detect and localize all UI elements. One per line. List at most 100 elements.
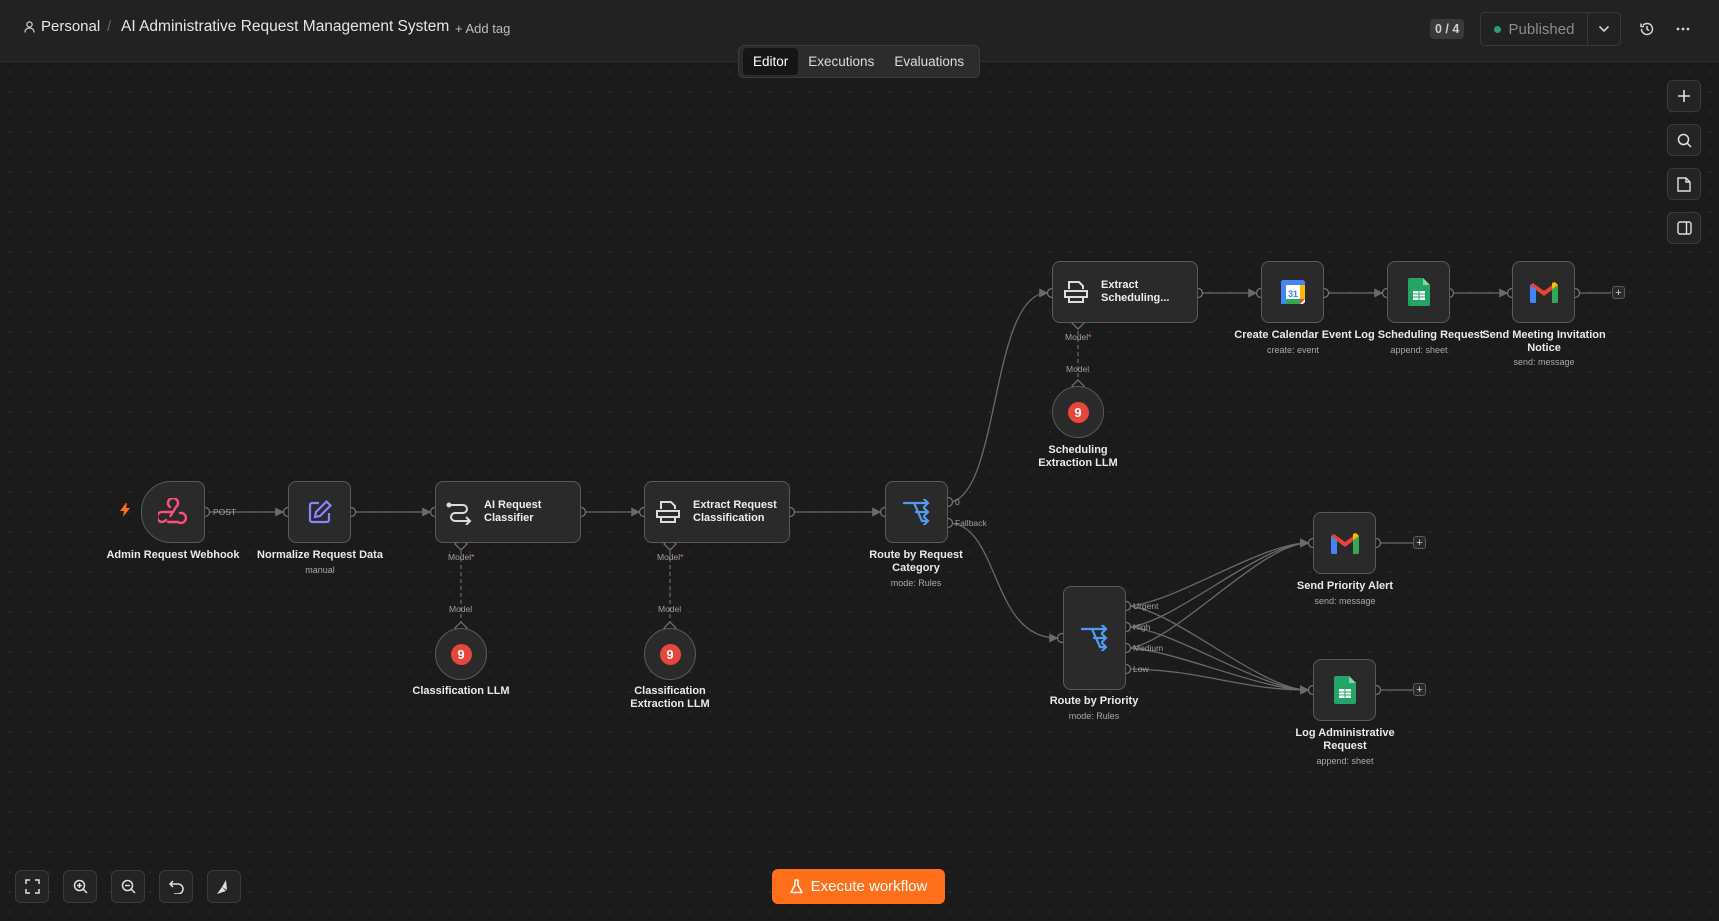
- node-label-priority-alert: Send Priority Alert: [1296, 580, 1394, 592]
- node-send-priority-alert[interactable]: [1313, 512, 1376, 574]
- add-node-after-log-button[interactable]: +: [1413, 683, 1426, 696]
- history-button[interactable]: [1636, 18, 1658, 40]
- output-medium-label: Medium: [1133, 643, 1164, 653]
- search-nodes-button[interactable]: [1667, 124, 1701, 156]
- node-label-log-admin: Log Administrative Request: [1295, 727, 1395, 752]
- node-classification-llm[interactable]: 9: [435, 628, 487, 680]
- google-sheets-icon: [1407, 278, 1430, 306]
- execute-workflow-button[interactable]: Execute workflow: [772, 869, 945, 904]
- post-label: POST: [213, 507, 237, 517]
- more-icon: [1676, 27, 1690, 31]
- node-route-by-request-category[interactable]: [885, 481, 948, 543]
- node-label-route-category: Route by Request Category: [869, 549, 963, 574]
- node-log-administrative-request[interactable]: [1313, 659, 1376, 721]
- output-low-label: Low: [1133, 664, 1149, 674]
- node-send-meeting-invitation-notice[interactable]: [1512, 261, 1575, 323]
- output-urgent-label: Urgent: [1133, 601, 1159, 611]
- switch-icon: [902, 499, 930, 525]
- edit-icon: [308, 499, 332, 524]
- zoom-in-button[interactable]: [63, 870, 97, 903]
- model-label-3: Model: [1066, 364, 1090, 374]
- node-sub-route-priority: mode: Rules: [1068, 711, 1120, 721]
- plus-icon: [1678, 90, 1690, 102]
- node-label-calendar: Create Calendar Event: [1234, 329, 1352, 341]
- llm-icon: 9: [450, 643, 472, 665]
- node-ai-request-classifier[interactable]: AI Request Classifier: [435, 481, 581, 543]
- node-label-webhook: Admin Request Webhook: [106, 549, 240, 561]
- toggle-panel-button[interactable]: [1667, 212, 1701, 244]
- node-classification-extraction-llm[interactable]: 9: [644, 628, 696, 680]
- workflow-title[interactable]: AI Administrative Request Management Sys…: [121, 18, 449, 36]
- node-sub-priority-alert: send: message: [1314, 596, 1376, 606]
- node-sub-calendar: create: event: [1266, 345, 1320, 355]
- version-counter: 0 / 4: [1430, 19, 1465, 39]
- node-label-sched-llm: Scheduling Extraction LLM: [1038, 444, 1118, 469]
- node-route-by-priority[interactable]: [1063, 586, 1126, 690]
- workflow-canvas[interactable]: [0, 62, 1719, 921]
- breadcrumb-personal[interactable]: Personal: [24, 18, 100, 35]
- tidy-up-button[interactable]: [207, 870, 241, 903]
- node-sub-log-sched: append: sheet: [1390, 345, 1448, 355]
- search-icon: [1677, 133, 1692, 148]
- node-label-normalize: Normalize Request Data: [257, 549, 383, 561]
- fit-view-icon: [24, 879, 40, 894]
- node-title-classifier: AI Request Classifier: [484, 499, 542, 524]
- tab-editor[interactable]: Editor: [743, 48, 799, 75]
- model-label-1: Model: [449, 604, 473, 614]
- flask-icon: [789, 879, 803, 894]
- history-icon: [1640, 22, 1654, 36]
- zoom-out-icon: [121, 879, 136, 894]
- google-sheets-icon: [1333, 676, 1356, 704]
- router-icon: [446, 502, 472, 525]
- calendar-badge: 31: [1287, 289, 1297, 299]
- node-label-class-llm: Classification LLM: [412, 685, 510, 697]
- zoom-in-icon: [73, 879, 88, 894]
- fit-view-button[interactable]: [15, 870, 49, 903]
- node-label-log-sched: Log Scheduling Request: [1354, 329, 1484, 341]
- node-sub-send-invite: send: message: [1513, 357, 1575, 367]
- extract-icon: [656, 501, 680, 523]
- add-node-button[interactable]: [1667, 80, 1701, 112]
- node-admin-request-webhook[interactable]: [141, 481, 205, 543]
- add-node-after-alert-button[interactable]: +: [1413, 536, 1426, 549]
- undo-button[interactable]: [159, 870, 193, 903]
- node-extract-request-classification[interactable]: Extract Request Classification: [644, 481, 790, 543]
- published-button[interactable]: Published: [1481, 13, 1588, 45]
- extract-icon: [1064, 281, 1088, 303]
- node-title-extract-sched: Extract Scheduling...: [1101, 279, 1170, 304]
- node-create-calendar-event[interactable]: 31: [1261, 261, 1324, 323]
- tab-executions[interactable]: Executions: [798, 48, 884, 75]
- tab-evaluations[interactable]: Evaluations: [884, 48, 974, 75]
- output-zero-label: 0: [955, 497, 960, 507]
- google-calendar-icon: 31: [1280, 280, 1305, 304]
- node-label-route-priority: Route by Priority: [1049, 695, 1139, 707]
- published-status-dot: [1493, 25, 1501, 33]
- gmail-icon: [1529, 282, 1558, 303]
- model-required-label-3: Model*: [1065, 332, 1092, 342]
- model-label-2: Model: [658, 604, 682, 614]
- breadcrumb-separator: /: [107, 18, 112, 35]
- node-extract-scheduling[interactable]: Extract Scheduling...: [1052, 261, 1198, 323]
- node-normalize-request-data[interactable]: [288, 481, 351, 543]
- gmail-icon: [1330, 533, 1359, 554]
- add-tag-button[interactable]: + Add tag: [455, 21, 510, 36]
- model-required-label-1: Model*: [448, 552, 475, 562]
- llm-icon: 9: [1067, 401, 1089, 423]
- sticky-note-button[interactable]: [1667, 168, 1701, 200]
- breadcrumb-personal-label: Personal: [41, 18, 101, 35]
- panel-icon: [1676, 221, 1692, 235]
- node-log-scheduling-request[interactable]: [1387, 261, 1450, 323]
- publish-dropdown-button[interactable]: [1588, 13, 1620, 45]
- model-required-label-2: Model*: [657, 552, 684, 562]
- execute-workflow-label: Execute workflow: [810, 878, 928, 895]
- node-scheduling-extraction-llm[interactable]: 9: [1052, 386, 1104, 438]
- node-label-class-extract-llm: Classification Extraction LLM: [630, 685, 710, 710]
- more-options-button[interactable]: [1672, 18, 1694, 40]
- switch-icon: [1080, 625, 1108, 651]
- node-label-send-invite: Send Meeting Invitation Notice: [1482, 329, 1606, 354]
- add-node-after-invite-button[interactable]: +: [1612, 286, 1625, 299]
- node-title-extract-class: Extract Request Classification: [693, 499, 777, 524]
- tidy-up-icon: [217, 879, 227, 894]
- node-sub-route-category: mode: Rules: [890, 578, 942, 588]
- zoom-out-button[interactable]: [111, 870, 145, 903]
